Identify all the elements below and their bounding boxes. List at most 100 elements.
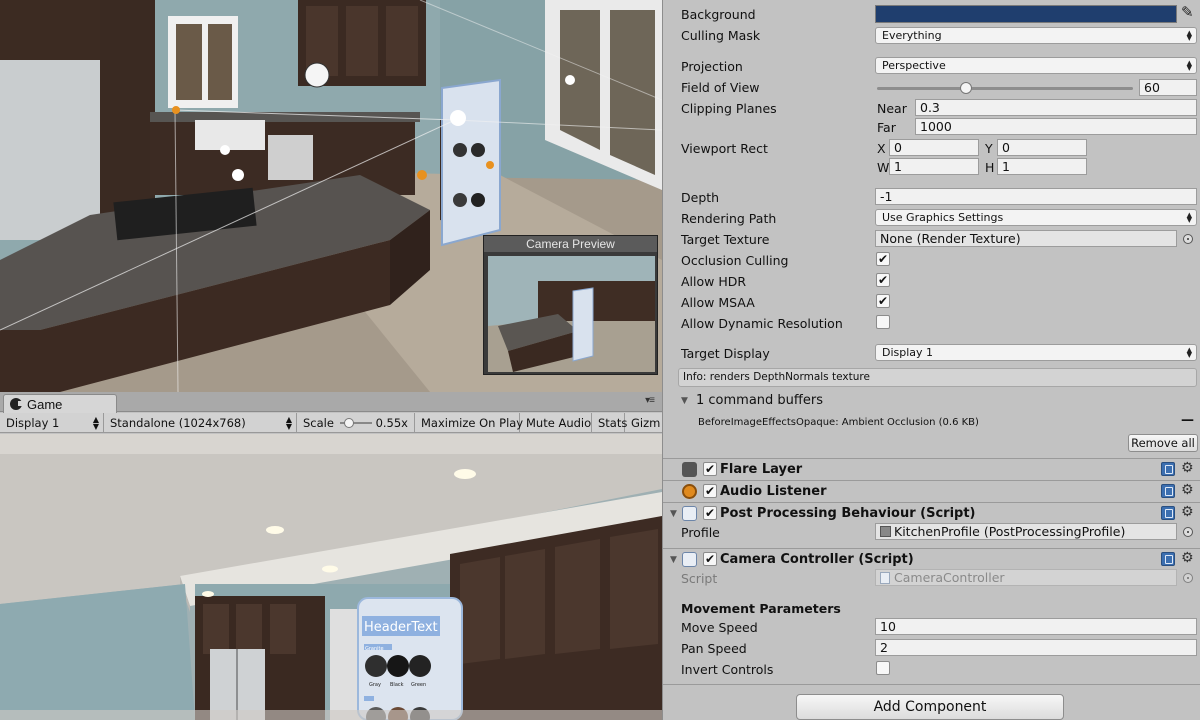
background-color-field[interactable] <box>875 5 1177 23</box>
gear-icon[interactable]: ⚙ <box>1181 460 1194 476</box>
help-book-icon[interactable] <box>1161 484 1175 498</box>
fold-arrow-icon[interactable]: ▼ <box>670 555 677 565</box>
object-picker-icon[interactable] <box>1183 234 1193 244</box>
game-tab-bar: Game ▾≡ <box>0 392 662 413</box>
occlusion-culling-label: Occlusion Culling <box>681 253 789 268</box>
allow-dynamic-resolution-checkbox[interactable] <box>876 315 890 329</box>
allow-msaa-checkbox[interactable]: ✔ <box>876 294 890 308</box>
rendering-path-dropdown[interactable]: Use Graphics Settings ▲ ▼ <box>875 209 1197 226</box>
scale-label: Scale <box>303 416 334 430</box>
viewport-y-field[interactable]: 0 <box>997 139 1087 156</box>
scale-slider-knob[interactable] <box>343 418 354 428</box>
camera-controller-title: Camera Controller (Script) <box>720 552 914 567</box>
add-component-button[interactable]: Add Component <box>796 694 1064 720</box>
culling-mask-dropdown[interactable]: Everything ▲ ▼ <box>875 27 1197 44</box>
fov-label: Field of View <box>681 80 760 95</box>
gizmos-label: Gizm <box>631 416 661 430</box>
stats-toggle[interactable]: Stats <box>592 413 628 433</box>
tab-game-label: Game <box>27 396 63 412</box>
post-processing-title: Post Processing Behaviour (Script) <box>720 506 976 521</box>
mute-audio-toggle[interactable]: Mute Audio <box>520 413 592 433</box>
audio-listener-enabled-checkbox[interactable]: ✔ <box>703 484 717 498</box>
help-book-icon[interactable] <box>1161 552 1175 566</box>
rendering-path-value: Use Graphics Settings <box>882 211 1004 224</box>
command-buffers-label: 1 command buffers <box>696 393 823 408</box>
game-view[interactable]: HeaderText Granite Gray Black Green <box>0 434 662 720</box>
tab-menu-icon[interactable]: ▾≡ <box>645 395 655 406</box>
scale-value: 0.55x <box>375 416 408 430</box>
gear-icon[interactable]: ⚙ <box>1181 504 1194 520</box>
camera-preview: Camera Preview <box>483 235 658 375</box>
fov-slider[interactable] <box>877 82 1133 94</box>
info-box: Info: renders DepthNormals texture <box>678 368 1197 387</box>
display-dropdown[interactable]: Display 1 ▲ ▼ <box>0 413 104 433</box>
eyedropper-icon[interactable]: ✎ <box>1181 3 1194 21</box>
scene-view[interactable]: Camera Preview <box>0 0 662 392</box>
post-processing-enabled-checkbox[interactable]: ✔ <box>703 506 717 520</box>
invert-controls-checkbox[interactable] <box>876 661 890 675</box>
rendering-path-label: Rendering Path <box>681 211 777 226</box>
object-picker-icon[interactable] <box>1183 527 1193 537</box>
help-book-icon[interactable] <box>1161 462 1175 476</box>
far-label: Far <box>877 120 896 135</box>
fov-slider-knob[interactable] <box>960 82 972 94</box>
target-display-dropdown[interactable]: Display 1 ▲ ▼ <box>875 344 1197 361</box>
game-render: HeaderText Granite Gray Black Green <box>0 434 662 720</box>
occlusion-culling-checkbox[interactable]: ✔ <box>876 252 890 266</box>
viewport-rect-label: Viewport Rect <box>681 141 768 156</box>
command-buffers-fold-icon[interactable]: ▼ <box>681 396 688 406</box>
allow-hdr-checkbox[interactable]: ✔ <box>876 273 890 287</box>
viewport-w-field[interactable]: 1 <box>889 158 979 175</box>
pacman-icon <box>10 398 23 410</box>
viewport-h-field[interactable]: 1 <box>997 158 1087 175</box>
viewport-x-label: X <box>877 141 886 156</box>
profile-field[interactable]: KitchenProfile (PostProcessingProfile) <box>875 523 1177 540</box>
far-field[interactable]: 1000 <box>915 118 1197 135</box>
gear-icon[interactable]: ⚙ <box>1181 482 1194 498</box>
profile-value: KitchenProfile (PostProcessingProfile) <box>894 524 1126 539</box>
scale-slider[interactable] <box>339 418 372 428</box>
target-texture-label: Target Texture <box>681 232 770 247</box>
clipping-planes-label: Clipping Planes <box>681 101 777 116</box>
asset-icon <box>880 526 891 537</box>
script-label: Script <box>681 571 718 586</box>
audio-listener-component: ✔ Audio Listener ⚙ <box>663 480 1200 502</box>
flare-layer-title: Flare Layer <box>720 462 803 477</box>
inspector-panel: Background ✎ Culling Mask Everything ▲ ▼ … <box>662 0 1200 720</box>
maximize-on-play-toggle[interactable]: Maximize On Play <box>415 413 523 433</box>
gear-icon[interactable]: ⚙ <box>1181 550 1194 566</box>
depth-field[interactable]: -1 <box>875 188 1197 205</box>
updown-arrow-icon: ▲ ▼ <box>285 415 292 431</box>
remove-command-buffer-icon[interactable]: — <box>1181 413 1194 428</box>
info-text: Info: renders DepthNormals texture <box>683 371 870 383</box>
fold-arrow-icon[interactable]: ▼ <box>670 509 677 519</box>
projection-value: Perspective <box>882 59 946 72</box>
target-texture-field[interactable]: None (Render Texture) <box>875 230 1177 247</box>
object-picker-icon <box>1183 573 1193 583</box>
help-book-icon[interactable] <box>1161 506 1175 520</box>
fov-field[interactable]: 60 <box>1139 79 1197 96</box>
pan-speed-field[interactable]: 2 <box>875 639 1197 656</box>
viewport-x-field[interactable]: 0 <box>889 139 979 156</box>
viewport-w-label: W <box>877 160 890 175</box>
gizmos-dropdown[interactable]: Gizm <box>625 413 662 433</box>
stats-label: Stats <box>598 416 628 430</box>
camera-controller-enabled-checkbox[interactable]: ✔ <box>703 552 717 566</box>
script-value: CameraController <box>894 570 1005 585</box>
divider <box>663 684 1200 685</box>
flare-layer-enabled-checkbox[interactable]: ✔ <box>703 462 717 476</box>
near-field[interactable]: 0.3 <box>915 99 1197 116</box>
updown-arrow-icon: ▲ ▼ <box>1186 211 1192 224</box>
culling-mask-label: Culling Mask <box>681 28 761 43</box>
allow-msaa-label: Allow MSAA <box>681 295 755 310</box>
remove-all-button[interactable]: Remove all <box>1128 434 1198 452</box>
ui-panel-header: HeaderText <box>364 620 438 635</box>
resolution-dropdown[interactable]: Standalone (1024x768) ▲ ▼ <box>104 413 297 433</box>
projection-dropdown[interactable]: Perspective ▲ ▼ <box>875 57 1197 74</box>
tab-game[interactable]: Game <box>3 394 117 413</box>
target-display-label: Target Display <box>681 346 770 361</box>
move-speed-label: Move Speed <box>681 620 758 635</box>
move-speed-field[interactable]: 10 <box>875 618 1197 635</box>
resolution-dropdown-label: Standalone (1024x768) <box>110 416 246 430</box>
audio-listener-title: Audio Listener <box>720 484 827 499</box>
